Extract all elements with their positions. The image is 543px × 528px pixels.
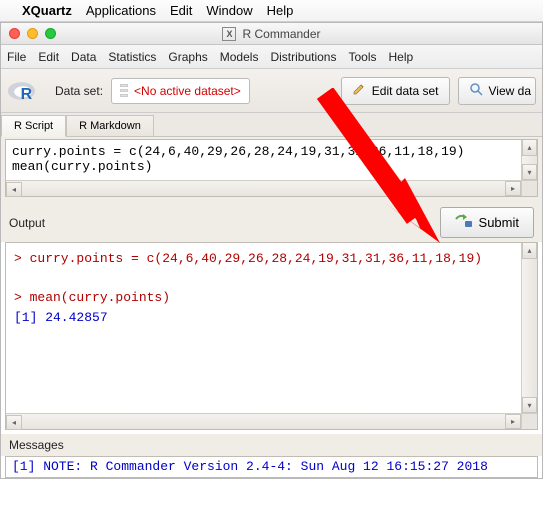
- scroll-right-icon[interactable]: ▸: [505, 181, 521, 196]
- scroll-up-icon[interactable]: ▴: [522, 243, 537, 259]
- window-frame: X R Commander File Edit Data Statistics …: [0, 22, 543, 479]
- svg-text:R: R: [21, 86, 33, 103]
- output-label: Output: [9, 216, 45, 230]
- minimize-window-button[interactable]: [27, 28, 38, 39]
- edit-dataset-button[interactable]: Edit data set: [341, 77, 450, 105]
- pencil-icon: [352, 82, 366, 99]
- r-logo-icon: R: [7, 78, 39, 104]
- mac-menu-edit[interactable]: Edit: [170, 3, 192, 18]
- toolbar: R Data set: <No active dataset> Edit dat…: [1, 69, 542, 113]
- tab-r-markdown[interactable]: R Markdown: [66, 115, 154, 136]
- script-tabs: R Script R Markdown: [1, 113, 542, 137]
- view-dataset-button[interactable]: View da: [458, 77, 536, 105]
- menu-models[interactable]: Models: [220, 50, 259, 64]
- tab-r-script[interactable]: R Script: [1, 115, 66, 137]
- output-vscrollbar[interactable]: ▴ ▾: [521, 243, 537, 413]
- menu-edit[interactable]: Edit: [38, 50, 59, 64]
- menu-help[interactable]: Help: [389, 50, 414, 64]
- mac-menubar: XQuartz Applications Edit Window Help: [0, 0, 543, 22]
- output-hscrollbar[interactable]: ◂ ▸: [6, 413, 521, 429]
- edit-dataset-label: Edit data set: [372, 84, 439, 98]
- zoom-window-button[interactable]: [45, 28, 56, 39]
- output-console[interactable]: > curry.points = c(24,6,40,29,26,28,24,1…: [5, 242, 538, 430]
- titlebar: X R Commander: [1, 23, 542, 45]
- grip-icon: [120, 84, 128, 97]
- menu-tools[interactable]: Tools: [348, 50, 376, 64]
- scroll-left-icon[interactable]: ◂: [6, 415, 22, 430]
- submit-label: Submit: [479, 215, 519, 230]
- script-panel: curry.points = c(24,6,40,29,26,28,24,19,…: [1, 137, 542, 201]
- script-line-1: curry.points = c(24,6,40,29,26,28,24,19,…: [12, 144, 464, 159]
- scroll-corner: [521, 180, 537, 196]
- view-dataset-label: View da: [489, 84, 531, 98]
- script-hscrollbar[interactable]: ◂ ▸: [6, 180, 521, 196]
- menu-file[interactable]: File: [7, 50, 26, 64]
- script-editor[interactable]: curry.points = c(24,6,40,29,26,28,24,19,…: [5, 139, 538, 197]
- output-result: [1] 24.42857: [14, 310, 108, 325]
- scroll-down-icon[interactable]: ▾: [522, 164, 537, 180]
- menu-data[interactable]: Data: [71, 50, 96, 64]
- script-line-2: mean(curry.points): [12, 159, 152, 174]
- scroll-up-icon[interactable]: ▴: [522, 140, 537, 156]
- scroll-down-icon[interactable]: ▾: [522, 397, 537, 413]
- mac-menu-applications[interactable]: Applications: [86, 3, 156, 18]
- x11-icon: X: [222, 27, 236, 41]
- mac-menu-help[interactable]: Help: [267, 3, 294, 18]
- menu-distributions[interactable]: Distributions: [270, 50, 336, 64]
- submit-button[interactable]: Submit: [440, 207, 534, 238]
- output-cmd-2: > mean(curry.points): [14, 290, 170, 305]
- script-vscrollbar[interactable]: ▴ ▾: [521, 140, 537, 180]
- app-menubar: File Edit Data Statistics Graphs Models …: [1, 45, 542, 69]
- mac-menu-window[interactable]: Window: [206, 3, 252, 18]
- mac-menu-app[interactable]: XQuartz: [22, 3, 72, 18]
- dataset-label: Data set:: [55, 84, 103, 98]
- output-cmd-1: > curry.points = c(24,6,40,29,26,28,24,1…: [14, 251, 482, 266]
- scroll-left-icon[interactable]: ◂: [6, 182, 22, 197]
- dataset-selector[interactable]: <No active dataset>: [111, 78, 250, 104]
- messages-console[interactable]: [1] NOTE: R Commander Version 2.4-4: Sun…: [5, 456, 538, 478]
- menu-graphs[interactable]: Graphs: [168, 50, 207, 64]
- messages-label: Messages: [1, 434, 542, 456]
- magnifier-icon: [469, 82, 483, 99]
- output-header: Output Submit: [1, 201, 542, 242]
- submit-arrow-icon: [455, 213, 473, 232]
- menu-statistics[interactable]: Statistics: [108, 50, 156, 64]
- scroll-corner: [521, 413, 537, 429]
- close-window-button[interactable]: [9, 28, 20, 39]
- window-title: R Commander: [242, 27, 320, 41]
- messages-line: [1] NOTE: R Commander Version 2.4-4: Sun…: [12, 459, 488, 474]
- scroll-right-icon[interactable]: ▸: [505, 414, 521, 429]
- dataset-value: <No active dataset>: [134, 84, 241, 98]
